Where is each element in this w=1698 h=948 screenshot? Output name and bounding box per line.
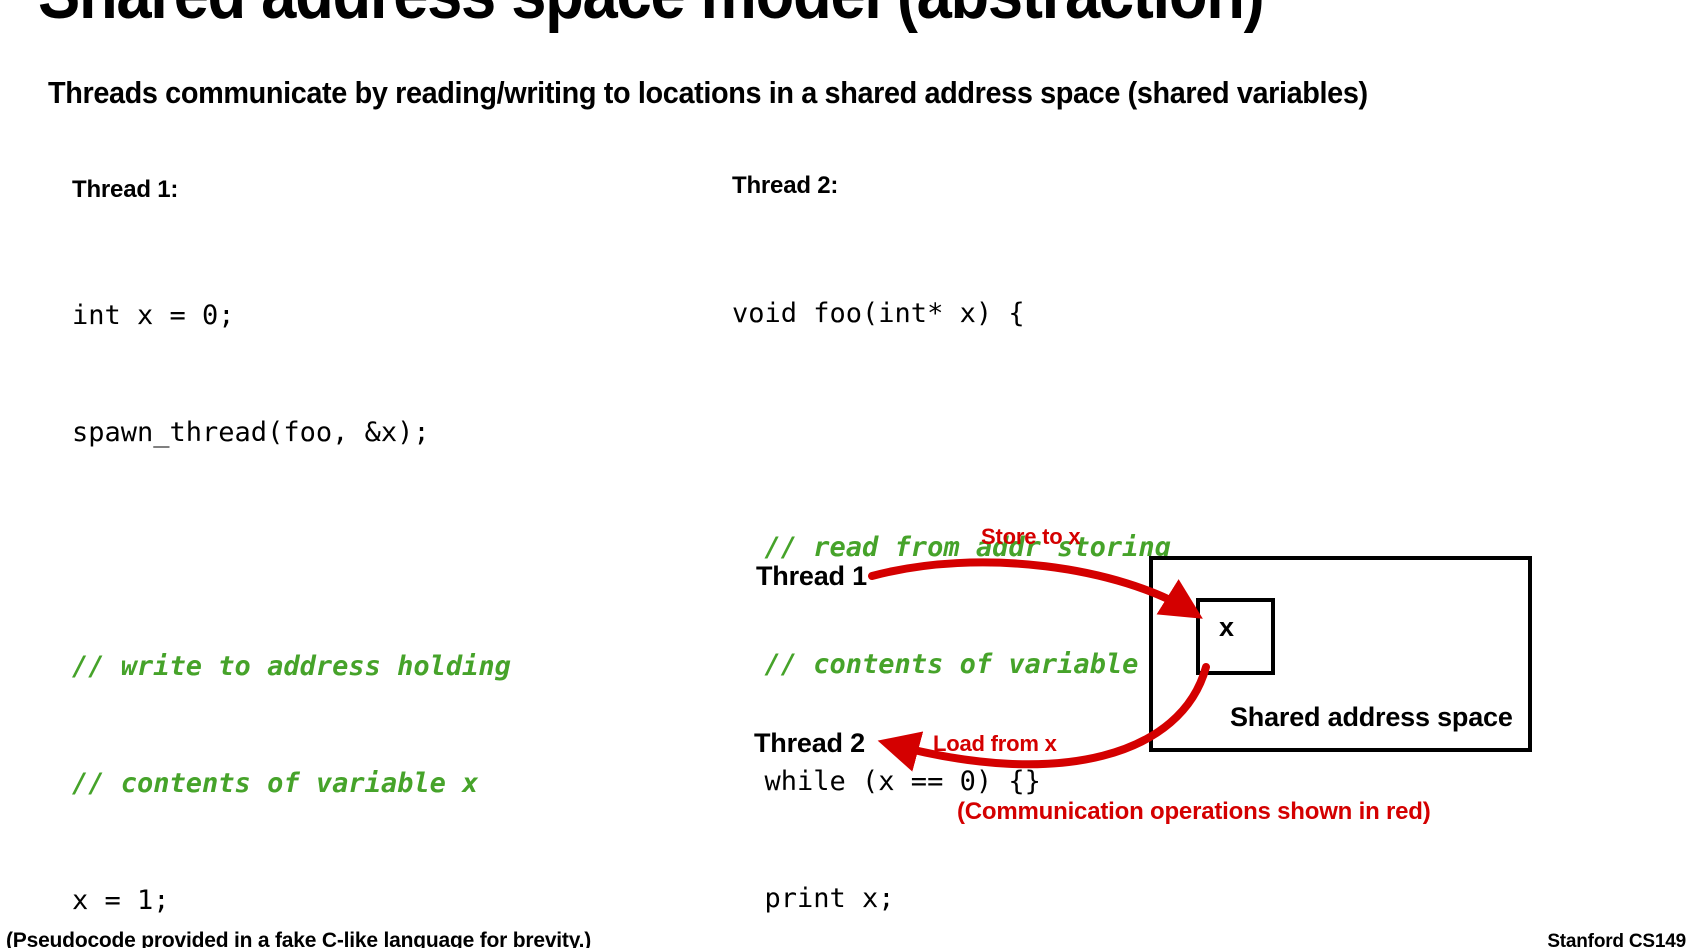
diagram-graphics [868, 556, 1532, 772]
code-line-comment: // contents of variable x [72, 768, 479, 799]
code-line: int x = 0; [72, 300, 235, 331]
diagram-label-thread1: Thread 1 [756, 561, 867, 591]
shared-address-space-diagram: Thread 1 Thread 2 Store to x Load from x… [730, 505, 1560, 835]
communication-note: (Communication operations shown in red) [957, 798, 1431, 825]
page-subtitle: Threads communicate by reading/writing t… [48, 75, 1368, 110]
slide-canvas: Shared address space model (abstraction)… [0, 0, 1698, 948]
diagram-label-variable-x: x [1219, 612, 1234, 642]
code-line-comment: // write to address holding [72, 651, 511, 682]
code-line: print x; [732, 883, 895, 914]
code-block: int x = 0; spawn_thread(foo, &x); // wri… [72, 218, 511, 948]
diagram-label-store-to-x: Store to x [981, 524, 1081, 549]
page-title: Shared address space model (abstraction) [38, 0, 1265, 34]
store-to-x-arrow [868, 558, 1203, 619]
diagram-label-shared-address-space: Shared address space [1230, 702, 1513, 732]
footer-credit: Stanford CS149 [1547, 931, 1686, 948]
code-line: spawn_thread(foo, &x); [72, 417, 430, 448]
code-line: x = 1; [72, 885, 170, 916]
code-panel-thread1: Thread 1: int x = 0; spawn_thread(foo, &… [72, 176, 511, 948]
code-panel-heading: Thread 2: [732, 172, 839, 199]
diagram-label-load-from-x: Load from x [933, 731, 1057, 756]
variable-x-box [1196, 598, 1275, 675]
footer-note: (Pseudocode provided in a fake C-like la… [6, 929, 592, 948]
code-panel-heading: Thread 1: [72, 176, 179, 203]
diagram-label-thread2: Thread 2 [754, 728, 865, 758]
code-line: void foo(int* x) { [732, 298, 1025, 329]
